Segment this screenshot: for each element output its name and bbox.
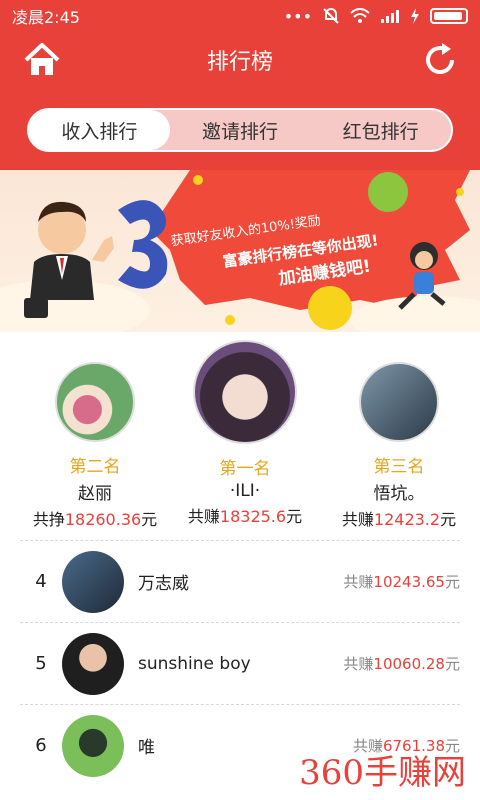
avatar: [62, 632, 124, 695]
wifi-icon: [350, 8, 370, 23]
watermark: 360手赚网: [299, 753, 466, 793]
mute-icon: [323, 8, 339, 24]
avatar: [359, 362, 439, 442]
tab-income-ranking[interactable]: 收入排行: [29, 110, 170, 150]
ranking-tabs: 收入排行 邀请排行 红包排行: [27, 108, 453, 152]
rank-label: 第二名: [69, 457, 121, 477]
podium-second[interactable]: 第二名 赵丽 共挣18260.36元: [20, 362, 170, 530]
battery-icon: [430, 8, 468, 24]
earnings: 共挣18260.36元: [32, 510, 158, 529]
status-bar: 凌晨2:45 •••: [0, 0, 480, 32]
rank-number: 6: [35, 735, 47, 756]
status-time: 凌晨2:45: [12, 8, 80, 27]
earnings: 共赚10243.65元: [343, 573, 460, 591]
user-name: 赵丽: [78, 484, 112, 504]
user-name: 悟坑。: [373, 484, 425, 504]
tab-redpacket-ranking[interactable]: 红包排行: [310, 110, 451, 150]
promo-banner[interactable]: 获取好友收入的10%!奖励 富豪排行榜在等你出现! 加油赚钱吧!: [0, 170, 480, 332]
status-icons: •••: [284, 7, 468, 26]
earnings: 共赚10060.28元: [343, 655, 460, 673]
earnings: 共赚12423.2元: [341, 510, 457, 529]
earnings: 共赚18325.6元: [187, 507, 303, 526]
refresh-icon[interactable]: [420, 40, 460, 80]
rank-number: 5: [35, 653, 47, 674]
signal-icon: [381, 10, 399, 23]
page-title: 排行榜: [206, 50, 273, 75]
avatar: [62, 550, 124, 613]
podium-first[interactable]: 第一名 ·ILI· 共赚18325.6元: [170, 340, 320, 527]
rank-label: 第一名: [219, 459, 271, 479]
user-name: ·ILI·: [229, 481, 261, 501]
rank-number: 4: [35, 571, 47, 592]
top-three-podium: 第二名 赵丽 共挣18260.36元 第一名 ·ILI· 共赚18325.6元 …: [0, 332, 480, 542]
user-name: 万志威: [138, 574, 189, 594]
tabs-container: 收入排行 邀请排行 红包排行: [0, 90, 480, 170]
avatar: [193, 340, 297, 444]
charging-icon: [411, 8, 419, 24]
podium-third[interactable]: 第三名 悟坑。 共赚12423.2元: [324, 362, 474, 530]
more-icon: •••: [283, 6, 312, 26]
list-item[interactable]: 4 万志威 共赚10243.65元: [20, 540, 460, 622]
rank-label: 第三名: [373, 457, 425, 477]
app-header: 排行榜: [0, 32, 480, 90]
tab-invite-ranking[interactable]: 邀请排行: [170, 110, 311, 150]
user-name: sunshine boy: [138, 653, 251, 674]
list-item[interactable]: 5 sunshine boy 共赚10060.28元: [20, 622, 460, 704]
avatar: [55, 362, 135, 442]
avatar: [62, 714, 124, 777]
